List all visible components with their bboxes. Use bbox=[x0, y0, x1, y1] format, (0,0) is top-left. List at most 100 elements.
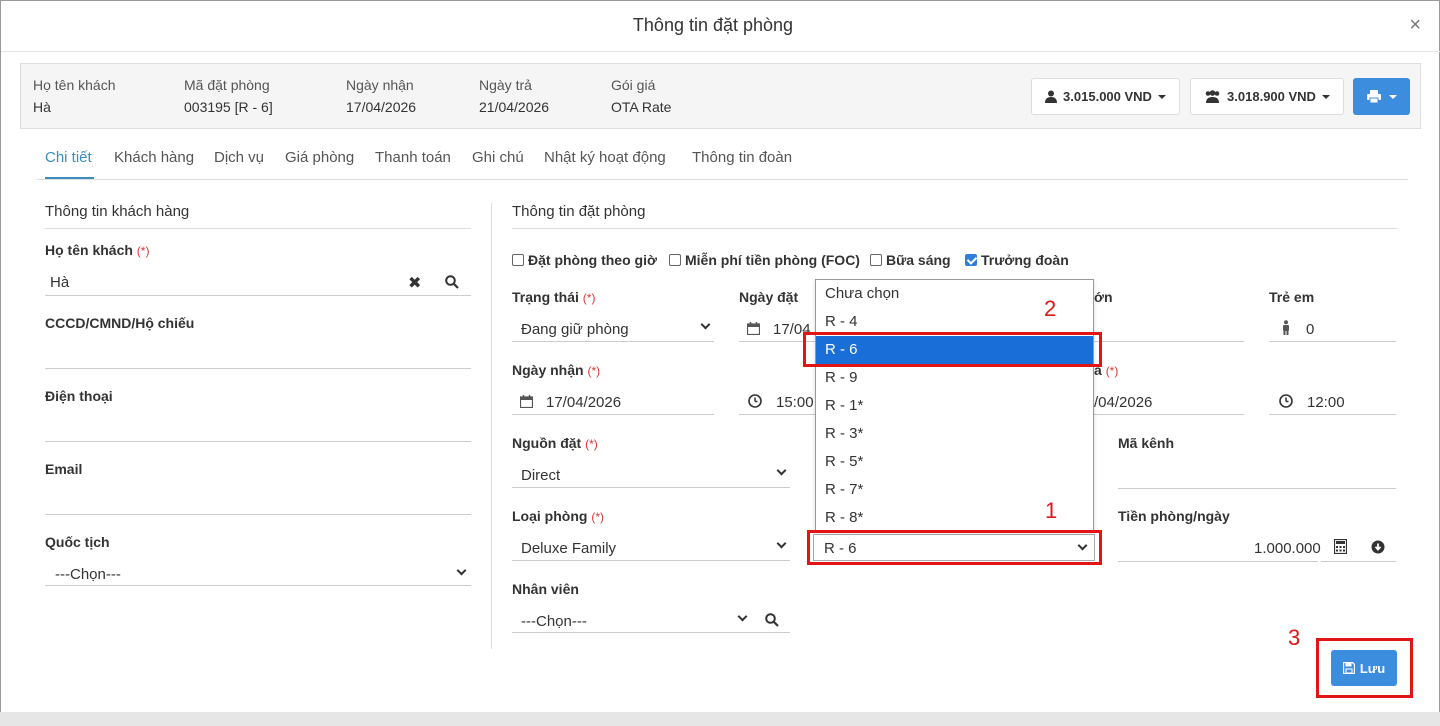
room-option[interactable]: R - 1* bbox=[816, 392, 1093, 420]
calculator-icon[interactable] bbox=[1334, 539, 1347, 554]
id-input[interactable] bbox=[45, 368, 471, 369]
guest-value: Hà bbox=[33, 99, 51, 115]
input-underline bbox=[45, 295, 471, 296]
checkin-label: Ngày nhận bbox=[346, 77, 414, 93]
select-underline bbox=[512, 487, 790, 488]
clear-icon[interactable]: ✖ bbox=[408, 273, 421, 293]
room-type-label: Loại phòng (*) bbox=[512, 508, 604, 524]
tab-chi-tiet[interactable]: Chi tiết bbox=[45, 149, 92, 166]
input-underline bbox=[1269, 341, 1396, 342]
tab-bar: Chi tiết Khách hàng Dịch vụ Giá phòng Th… bbox=[37, 141, 1408, 180]
hourly-checkbox[interactable]: Đặt phòng theo giờ bbox=[512, 252, 657, 268]
user-icon bbox=[1045, 90, 1058, 103]
divider bbox=[45, 228, 471, 229]
child-icon bbox=[1283, 320, 1289, 335]
divider bbox=[512, 228, 1397, 229]
modal-title: Thông tin đặt phòng bbox=[632, 15, 794, 35]
required-mark: (*) bbox=[587, 364, 601, 378]
children-input[interactable]: 0 bbox=[1306, 321, 1314, 338]
users-icon bbox=[1205, 90, 1220, 103]
input-underline bbox=[739, 414, 815, 415]
column-divider bbox=[491, 203, 492, 649]
room-rate-input[interactable]: 1.000.000 bbox=[1254, 540, 1321, 557]
checkin-time-input[interactable]: 15:00 bbox=[776, 394, 814, 411]
code-label: Mã đặt phòng bbox=[184, 77, 270, 93]
room-option[interactable]: R - 3* bbox=[816, 420, 1093, 448]
select-underline bbox=[512, 632, 790, 633]
required-mark: (*) bbox=[136, 244, 150, 258]
input-underline bbox=[1118, 561, 1318, 562]
checkout-summary: Ngày trả 21/04/2026 bbox=[479, 77, 549, 115]
guest-name-input[interactable]: Hà bbox=[50, 274, 69, 291]
divider bbox=[1, 51, 1440, 52]
channel-code-input[interactable] bbox=[1118, 488, 1396, 489]
checkbox-label: Bữa sáng bbox=[886, 252, 951, 268]
search-icon[interactable] bbox=[445, 275, 459, 289]
checkin-label: Ngày nhận (*) bbox=[512, 362, 600, 378]
background-strip bbox=[0, 712, 1440, 726]
checkbox-label: Trưởng đoàn bbox=[981, 252, 1069, 268]
phone-label: Điện thoại bbox=[45, 388, 113, 404]
staff-select[interactable]: ---Chọn--- bbox=[521, 613, 587, 630]
tab-thong-tin-doan[interactable]: Thông tin đoàn bbox=[692, 149, 792, 166]
select-underline bbox=[512, 560, 790, 561]
guest-label: Họ tên khách bbox=[33, 77, 116, 93]
checkbox-label: Miễn phí tiền phòng (FOC) bbox=[685, 252, 860, 268]
phone-input[interactable] bbox=[45, 441, 471, 442]
tab-thanh-toan[interactable]: Thanh toán bbox=[375, 149, 451, 166]
guest-amount: 3.015.000 VND bbox=[1063, 89, 1152, 104]
checkin-date-input[interactable]: 17/04/2026 bbox=[546, 394, 621, 411]
tab-dich-vu[interactable]: Dịch vụ bbox=[214, 149, 264, 166]
source-select[interactable]: Direct bbox=[521, 467, 560, 484]
highlight-box-2 bbox=[803, 332, 1102, 367]
adults-label: ớn bbox=[1094, 289, 1113, 305]
breakfast-checkbox[interactable]: Bữa sáng bbox=[870, 252, 951, 268]
code-value: 003195 [R - 6] bbox=[184, 99, 273, 115]
guest-summary: Họ tên khách Hà bbox=[33, 77, 116, 115]
booking-modal: Thông tin đặt phòng × Họ tên khách Hà Mã… bbox=[0, 0, 1440, 726]
checkbox-box bbox=[512, 254, 524, 266]
checkout-label: Ngày trả bbox=[479, 77, 532, 93]
arrow-down-circle-icon[interactable] bbox=[1371, 540, 1385, 554]
email-input[interactable] bbox=[45, 514, 471, 515]
booking-section-title: Thông tin đặt phòng bbox=[512, 203, 646, 220]
booking-summary-bar: Họ tên khách Hà Mã đặt phòng 003195 [R -… bbox=[20, 63, 1421, 129]
tab-gia-phong[interactable]: Giá phòng bbox=[285, 149, 354, 166]
nationality-select[interactable]: ---Chọn--- bbox=[55, 566, 121, 583]
nationality-label: Quốc tịch bbox=[45, 534, 110, 550]
checkout-date-input[interactable]: /04/2026 bbox=[1094, 394, 1152, 411]
print-button[interactable] bbox=[1353, 78, 1410, 115]
foc-checkbox[interactable]: Miễn phí tiền phòng (FOC) bbox=[669, 252, 860, 268]
clock-icon bbox=[748, 394, 762, 408]
clock-icon bbox=[1279, 394, 1293, 408]
highlight-box-3 bbox=[1316, 638, 1413, 698]
tab-khach-hang[interactable]: Khách hàng bbox=[114, 149, 194, 166]
adults-input[interactable] bbox=[1094, 341, 1244, 342]
checkout-time-input[interactable]: 12:00 bbox=[1307, 394, 1345, 411]
checkbox-box bbox=[870, 254, 882, 266]
chevron-down-icon bbox=[776, 538, 787, 549]
room-rate-label: Tiền phòng/ngày bbox=[1118, 508, 1230, 524]
room-type-label-text: Loại phòng bbox=[512, 508, 588, 524]
required-mark: (*) bbox=[582, 291, 596, 305]
checkin-summary: Ngày nhận 17/04/2026 bbox=[346, 77, 416, 115]
required-mark: (*) bbox=[591, 510, 604, 524]
close-icon[interactable]: × bbox=[1409, 15, 1421, 35]
status-select[interactable]: Đang giữ phòng bbox=[521, 321, 629, 338]
rate-value: OTA Rate bbox=[611, 99, 672, 115]
group-amount-button[interactable]: 3.018.900 VND bbox=[1190, 78, 1344, 115]
room-option[interactable]: R - 5* bbox=[816, 448, 1093, 476]
channel-code-label: Mã kênh bbox=[1118, 435, 1175, 451]
tab-nhat-ky[interactable]: Nhật ký hoạt động bbox=[544, 149, 666, 166]
guest-amount-button[interactable]: 3.015.000 VND bbox=[1031, 78, 1180, 115]
staff-label: Nhân viên bbox=[512, 581, 579, 597]
rate-label: Gói giá bbox=[611, 77, 656, 93]
search-icon[interactable] bbox=[765, 613, 779, 627]
tab-ghi-chu[interactable]: Ghi chú bbox=[472, 149, 524, 166]
room-type-select[interactable]: Deluxe Family bbox=[521, 540, 616, 557]
group-leader-checkbox[interactable]: Trưởng đoàn bbox=[965, 252, 1069, 268]
select-underline bbox=[45, 585, 471, 586]
source-label: Nguồn đặt (*) bbox=[512, 435, 598, 451]
room-option[interactable]: R - 9 bbox=[816, 364, 1093, 392]
annotation-number-3: 3 bbox=[1288, 625, 1301, 650]
